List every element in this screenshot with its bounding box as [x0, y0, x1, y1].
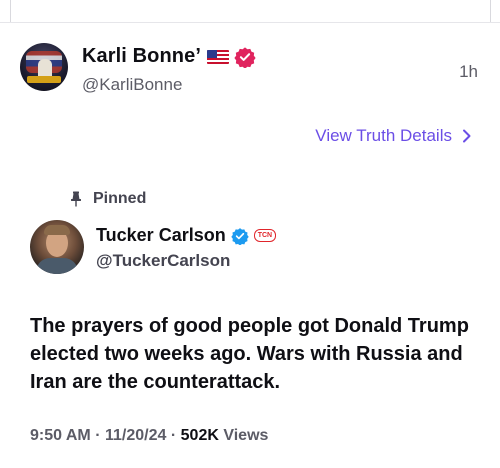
display-name[interactable]: Karli Bonne’ — [82, 45, 201, 68]
top-divider — [0, 0, 500, 23]
post-date: 11/20/24 — [105, 427, 167, 444]
us-flag-icon — [207, 49, 229, 64]
verified-badge-icon — [231, 227, 249, 245]
timestamp: 1h — [459, 62, 478, 81]
avatar[interactable] — [20, 43, 68, 91]
pin-icon — [71, 191, 81, 207]
views-count: 502K — [180, 427, 219, 444]
post-meta: 9:50 AM · 11/20/24 · 502K Views — [30, 427, 268, 445]
pinned-label: Pinned — [93, 190, 147, 207]
quoted-display-name[interactable]: Tucker Carlson — [96, 225, 226, 246]
verified-badge-icon — [234, 46, 256, 68]
meta-separator: · — [95, 427, 105, 444]
quoted-handle[interactable]: @TuckerCarlson — [96, 251, 230, 271]
avatar-logo-graphic — [27, 76, 61, 83]
quoted-avatar[interactable] — [30, 220, 84, 274]
view-truth-details-label: View Truth Details — [315, 126, 452, 145]
post-body-text: The prayers of good people got Donald Tr… — [30, 315, 469, 393]
name-row: Karli Bonne’ — [82, 45, 256, 68]
pinned-indicator: Pinned — [70, 190, 146, 208]
post-header: Karli Bonne’ @KarliBonne 1h — [0, 30, 500, 110]
quoted-name-row: Tucker Carlson TCN — [96, 225, 277, 246]
post-time: 9:50 AM — [30, 427, 91, 444]
divider-tick-left — [10, 0, 11, 22]
views-label: Views — [223, 427, 269, 444]
divider-tick-right — [490, 0, 491, 22]
handle[interactable]: @KarliBonne — [82, 75, 182, 95]
meta-separator: · — [170, 427, 181, 444]
chevron-right-icon — [463, 129, 471, 143]
affiliate-badge-icon: TCN — [253, 229, 277, 242]
view-truth-details-link[interactable]: View Truth Details — [315, 126, 472, 146]
